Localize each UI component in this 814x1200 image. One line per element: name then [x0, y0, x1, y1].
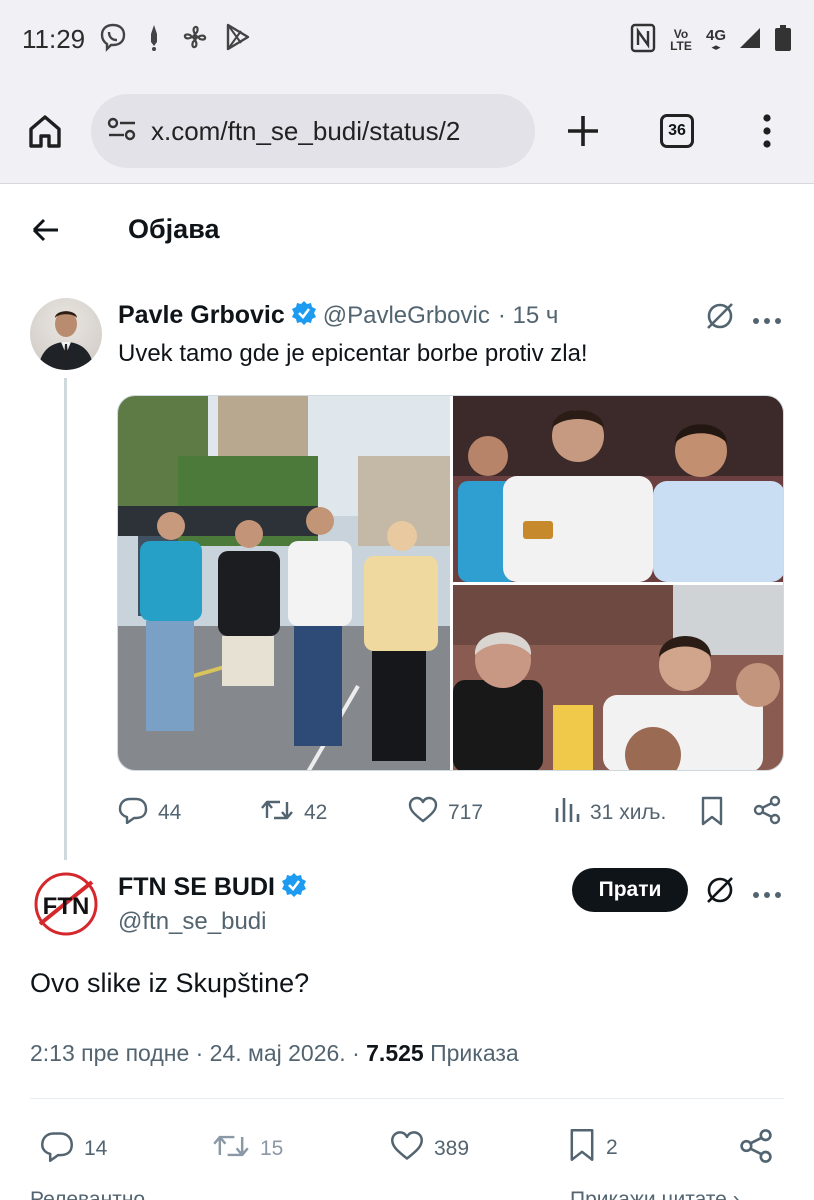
verified-badge-icon	[281, 872, 307, 903]
bookmark-button[interactable]: 2	[568, 1128, 618, 1168]
grok-icon[interactable]	[704, 874, 736, 911]
home-button[interactable]	[26, 112, 64, 155]
like-button[interactable]: 389	[390, 1130, 469, 1168]
grok-icon[interactable]	[704, 300, 736, 337]
browser-toolbar: x.com/ftn_se_budi/status/2 36	[0, 78, 814, 184]
repost-count: 15	[260, 1137, 284, 1160]
reply-icon	[40, 1130, 74, 1168]
viber-icon	[98, 22, 128, 57]
notification-icon	[142, 22, 166, 57]
status-time: 11:29	[22, 24, 86, 54]
tweet-time: · 15 ч	[497, 301, 559, 329]
page-header: Објава	[0, 184, 814, 276]
url-text: x.com/ftn_se_budi/status/2	[151, 115, 461, 146]
battery-icon	[774, 24, 792, 57]
views-label: Приказа	[430, 1040, 519, 1066]
status-bar: 11:29 Vo LTE 4G ◂▸	[0, 0, 814, 78]
reply-count: 14	[84, 1137, 108, 1160]
share-icon[interactable]	[738, 1128, 774, 1169]
author-name[interactable]: Pavle Grbovic	[118, 301, 285, 330]
tweet-text: Uvek tamo gde je epicentar borbe protiv …	[118, 340, 588, 367]
network-type: 4G	[705, 26, 726, 44]
more-options-icon[interactable]	[752, 886, 782, 904]
heart-icon	[408, 796, 438, 830]
thread-connector	[64, 378, 67, 860]
reply-button[interactable]: 14	[40, 1130, 107, 1168]
relevant-sort[interactable]: Релевантно	[30, 1188, 145, 1200]
new-tab-button[interactable]	[566, 114, 600, 153]
site-settings-icon[interactable]	[107, 116, 137, 147]
avatar[interactable]	[30, 298, 102, 370]
view-count: 31 хиљ.	[590, 801, 667, 824]
like-count: 389	[434, 1137, 470, 1160]
tab-switcher-button[interactable]: 36	[660, 114, 694, 148]
play-store-icon	[224, 22, 252, 57]
repost-count: 42	[304, 801, 328, 824]
repost-icon	[212, 1130, 250, 1168]
analytics-icon	[554, 796, 580, 830]
overflow-menu-icon[interactable]	[760, 114, 774, 153]
like-count: 717	[448, 801, 484, 824]
signal-icon	[738, 26, 762, 55]
reply-count: 44	[158, 801, 182, 824]
main-author-name[interactable]: FTN SE BUDI	[118, 873, 275, 902]
show-quotes-link[interactable]: Прикажи цитате ›	[570, 1188, 740, 1200]
reply-icon	[118, 796, 148, 830]
tweet-media-grid[interactable]	[117, 395, 784, 771]
photo-phone-crowd[interactable]	[453, 396, 783, 582]
volte-label: Vo LTE	[670, 27, 692, 53]
nfc-icon	[630, 23, 656, 58]
divider	[30, 1098, 784, 1099]
ftn-logo-text: FTN	[43, 893, 90, 920]
network-indicator: 4G ◂▸	[705, 26, 726, 52]
tweet-meta: 2:13 пре подне · 24. мај 2026. · 7.525 П…	[30, 1040, 519, 1067]
share-icon[interactable]	[752, 795, 782, 830]
tweet-header: Pavle Grbovic @PavleGrbovic · 15 ч	[118, 300, 558, 331]
like-button[interactable]: 717	[408, 796, 483, 830]
verified-badge-icon	[291, 300, 317, 331]
bookmark-icon[interactable]	[700, 796, 724, 831]
tweet-timestamp[interactable]: 2:13 пре подне · 24. мај 2026. ·	[30, 1040, 360, 1066]
url-bar[interactable]: x.com/ftn_se_budi/status/2	[91, 94, 535, 168]
bookmark-icon	[568, 1128, 596, 1168]
more-options-icon[interactable]	[752, 312, 782, 330]
photo-street[interactable]	[118, 396, 450, 770]
main-tweet-text: Ovo slike iz Skupštine?	[30, 968, 310, 998]
repost-button[interactable]: 15	[212, 1130, 283, 1168]
author-handle[interactable]: @PavleGrbovic	[323, 302, 490, 330]
photo-handshake[interactable]	[453, 585, 783, 770]
follow-button[interactable]: Прати	[572, 868, 688, 912]
page-title: Објава	[128, 214, 220, 244]
repost-icon	[260, 796, 294, 830]
views-button[interactable]: 31 хиљ.	[554, 796, 666, 830]
ftn-avatar[interactable]: FTN	[30, 868, 102, 940]
views-count: 7.525	[366, 1040, 424, 1066]
fan-icon	[180, 22, 210, 57]
reply-button[interactable]: 44	[118, 796, 181, 830]
main-author-row: FTN SE BUDI	[118, 872, 313, 903]
heart-icon	[390, 1130, 424, 1168]
repost-button[interactable]: 42	[260, 796, 327, 830]
back-arrow-icon[interactable]	[30, 214, 62, 251]
bookmark-count: 2	[606, 1136, 618, 1159]
main-author-handle[interactable]: @ftn_se_budi	[118, 908, 266, 936]
